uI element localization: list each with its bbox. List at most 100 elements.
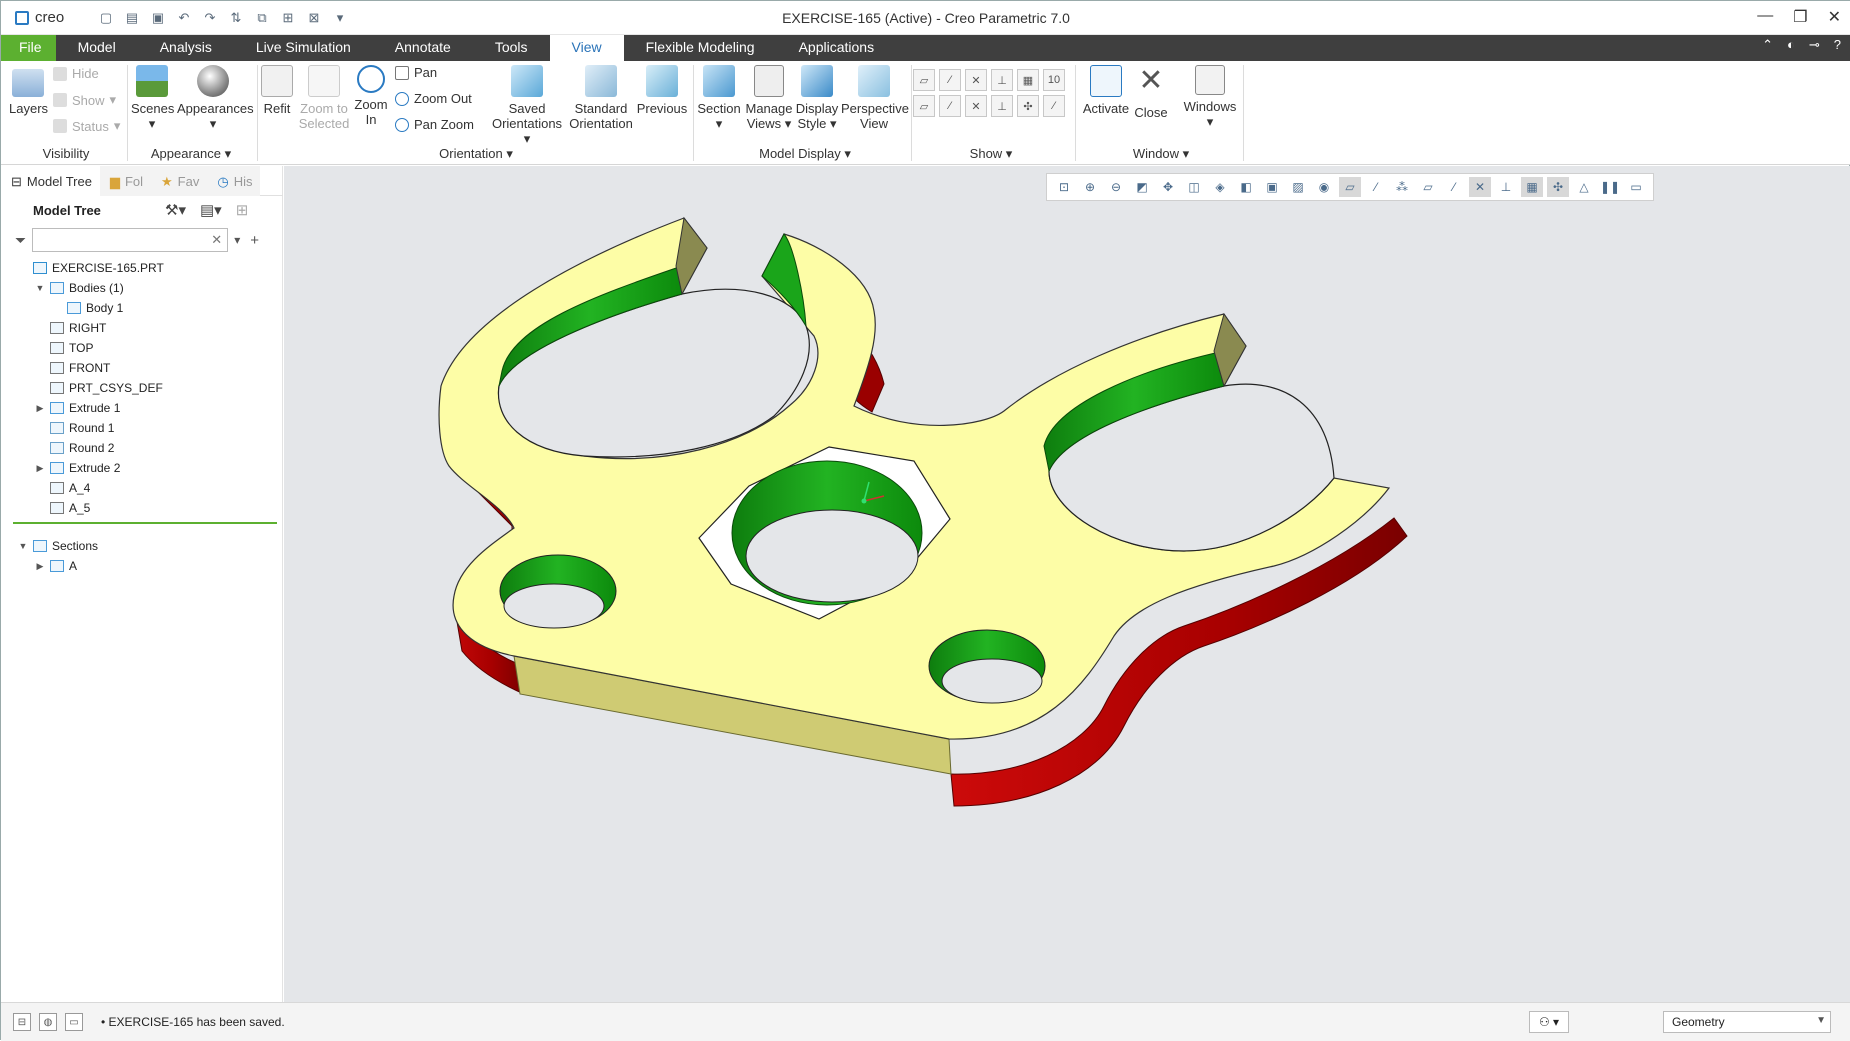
small-hole-right <box>941 658 1043 704</box>
saved-orientations-button[interactable]: Saved Orientations ▾ <box>487 65 567 146</box>
tab-tools[interactable]: Tools <box>473 35 550 61</box>
tab-live-simulation[interactable]: Live Simulation <box>234 35 373 61</box>
expand-toggle-icon[interactable]: ▼ <box>17 541 29 551</box>
previous-button[interactable]: Previous <box>635 65 689 116</box>
chevron-down-icon: ▼ <box>1816 1015 1826 1026</box>
pan-button[interactable]: Pan <box>395 65 437 80</box>
tree-search-input[interactable]: ✕ <box>32 228 229 252</box>
tree-item[interactable]: A_5 <box>34 498 90 518</box>
find-button[interactable]: ⚇ ▾ <box>1529 1011 1569 1033</box>
tab-history[interactable]: ◷ His <box>207 166 261 196</box>
selection-filter[interactable]: Geometry ▼ <box>1663 1011 1831 1033</box>
tree-item[interactable]: Body 1 <box>51 298 123 318</box>
axis-tag-display-icon[interactable]: ⁄ <box>939 95 961 117</box>
toggle-browser-icon[interactable]: ◍ <box>39 1013 57 1031</box>
add-filter-icon[interactable]: + <box>250 232 259 249</box>
tree-filters-icon[interactable]: ⊞ <box>236 201 249 219</box>
tree-settings-icon[interactable]: ⚒▾ <box>165 201 186 219</box>
csys-tag-display-icon[interactable]: ⊥ <box>991 95 1013 117</box>
tree-item[interactable]: ▶ Extrude 2 <box>34 458 121 478</box>
point-display-icon[interactable]: ✕ <box>965 69 987 91</box>
group-appearance[interactable]: Appearance ▾ <box>141 146 241 162</box>
tab-analysis[interactable]: Analysis <box>138 35 234 61</box>
curve-display-icon[interactable]: ⁄ <box>1043 95 1065 117</box>
tab-flexible-modeling[interactable]: Flexible Modeling <box>624 35 777 61</box>
collapse-ribbon-icon[interactable]: ⌃ <box>1762 37 1773 53</box>
tab-applications[interactable]: Applications <box>777 35 897 61</box>
pan-label: Pan <box>414 65 438 80</box>
spin-center-display-icon[interactable]: ✣ <box>1017 95 1039 117</box>
tree-item[interactable]: EXERCISE-165.PRT <box>17 258 164 278</box>
full-screen-icon[interactable]: ▭ <box>65 1013 83 1031</box>
datum-axis-display-icon[interactable]: ⁄ <box>939 69 961 91</box>
tree-item[interactable]: PRT_CSYS_DEF <box>34 378 163 398</box>
layers-button[interactable]: Layers <box>9 69 48 116</box>
expand-toggle-icon[interactable]: ▼ <box>34 283 46 293</box>
display-style-button[interactable]: Display Style ▾ <box>795 65 839 131</box>
datum-plane-display-icon[interactable]: ▱ <box>913 69 935 91</box>
tree-item[interactable]: ▶ A <box>34 556 77 576</box>
tab-model-tree[interactable]: ⊟ Model Tree <box>1 166 100 196</box>
dimension-display-icon[interactable]: 10 <box>1043 69 1065 91</box>
tree-item[interactable]: A_4 <box>34 478 90 498</box>
display-style-label-1: Display <box>795 101 839 116</box>
windows-button[interactable]: Windows ▾ <box>1181 65 1239 129</box>
zoom-in-button[interactable]: Zoom In <box>353 65 389 127</box>
plane-tag-display-icon[interactable]: ▱ <box>913 95 935 117</box>
tree-item[interactable]: ▼ Bodies (1) <box>34 278 124 298</box>
expand-toggle-icon[interactable]: ▶ <box>34 463 46 474</box>
close-icon[interactable]: ✕ <box>1828 7 1841 27</box>
standard-orientation-button[interactable]: Standard Orientation <box>567 65 635 131</box>
minimize-icon[interactable]: — <box>1757 7 1773 27</box>
feature-icon <box>50 402 64 414</box>
part-3d-model[interactable] <box>284 166 1850 1002</box>
feature-icon <box>50 422 64 434</box>
zoom-to-selected-button[interactable]: Zoom to Selected <box>295 65 353 131</box>
tab-view[interactable]: View <box>549 35 624 61</box>
group-orientation[interactable]: Orientation ▾ <box>421 146 531 162</box>
zoom-out-button[interactable]: Zoom Out <box>395 91 472 106</box>
appearances-button[interactable]: Appearances ▾ <box>177 65 254 131</box>
group-model-display[interactable]: Model Display ▾ <box>745 146 865 162</box>
tree-item[interactable]: TOP <box>34 338 93 358</box>
show-button[interactable]: Show ▾ <box>53 92 116 108</box>
group-show[interactable]: Show ▾ <box>951 146 1031 162</box>
pan-zoom-button[interactable]: Pan Zoom <box>395 117 474 132</box>
help-icon[interactable]: ? <box>1834 37 1841 53</box>
tree-item[interactable]: FRONT <box>34 358 110 378</box>
expand-toggle-icon[interactable]: ▶ <box>34 403 46 414</box>
section-button[interactable]: Section ▾ <box>697 65 741 131</box>
tab-favorites[interactable]: ★ Fav <box>151 166 208 196</box>
search-options-icon[interactable]: ▾ <box>234 233 240 247</box>
status-button[interactable]: Status ▾ <box>53 118 120 134</box>
tab-folder-browser[interactable]: ▆ Fol <box>99 166 152 196</box>
group-window[interactable]: Window ▾ <box>1121 146 1201 162</box>
small-hole-left <box>503 583 605 629</box>
annotation-display-icon[interactable]: ▦ <box>1017 69 1039 91</box>
mouse-help-icon[interactable]: ◐ <box>1787 37 1795 53</box>
manage-views-button[interactable]: Manage Views ▾ <box>745 65 793 131</box>
perspective-view-button[interactable]: Perspective View <box>841 65 909 131</box>
graphics-window[interactable]: ⊡ ⊕ ⊖ ◩ ✥ ◫ ◈ ◧ ▣ ▨ ◉ ▱ ⁄ ⁂ ▱ ⁄ ✕ ⊥ ▦ ✣ … <box>284 166 1850 1002</box>
point-tag-display-icon[interactable]: ✕ <box>965 95 987 117</box>
tab-model[interactable]: Model <box>56 35 138 61</box>
pin-icon[interactable]: ⊸ <box>1809 37 1820 53</box>
refit-button[interactable]: Refit <box>259 65 295 116</box>
toggle-navigator-icon[interactable]: ⊟ <box>13 1013 31 1031</box>
activate-button[interactable]: Activate <box>1081 65 1131 116</box>
tree-show-icon[interactable]: ▤▾ <box>200 201 222 219</box>
scenes-button[interactable]: Scenes ▾ <box>131 65 174 131</box>
hide-button[interactable]: Hide <box>53 66 99 81</box>
tree-item[interactable]: ▶ Extrude 1 <box>34 398 121 418</box>
close-button[interactable]: ✕ Close <box>1131 65 1171 121</box>
maximize-icon[interactable]: ❐ <box>1793 7 1807 27</box>
tree-item[interactable]: RIGHT <box>34 318 106 338</box>
clear-search-icon[interactable]: ✕ <box>211 232 222 248</box>
tree-item[interactable]: Round 2 <box>34 438 114 458</box>
tab-annotate[interactable]: Annotate <box>373 35 473 61</box>
csys-display-icon[interactable]: ⊥ <box>991 69 1013 91</box>
expand-toggle-icon[interactable]: ▶ <box>34 561 46 572</box>
tab-file[interactable]: File <box>1 35 56 61</box>
tree-item[interactable]: Round 1 <box>34 418 114 438</box>
tree-item[interactable]: ▼ Sections <box>17 536 99 556</box>
